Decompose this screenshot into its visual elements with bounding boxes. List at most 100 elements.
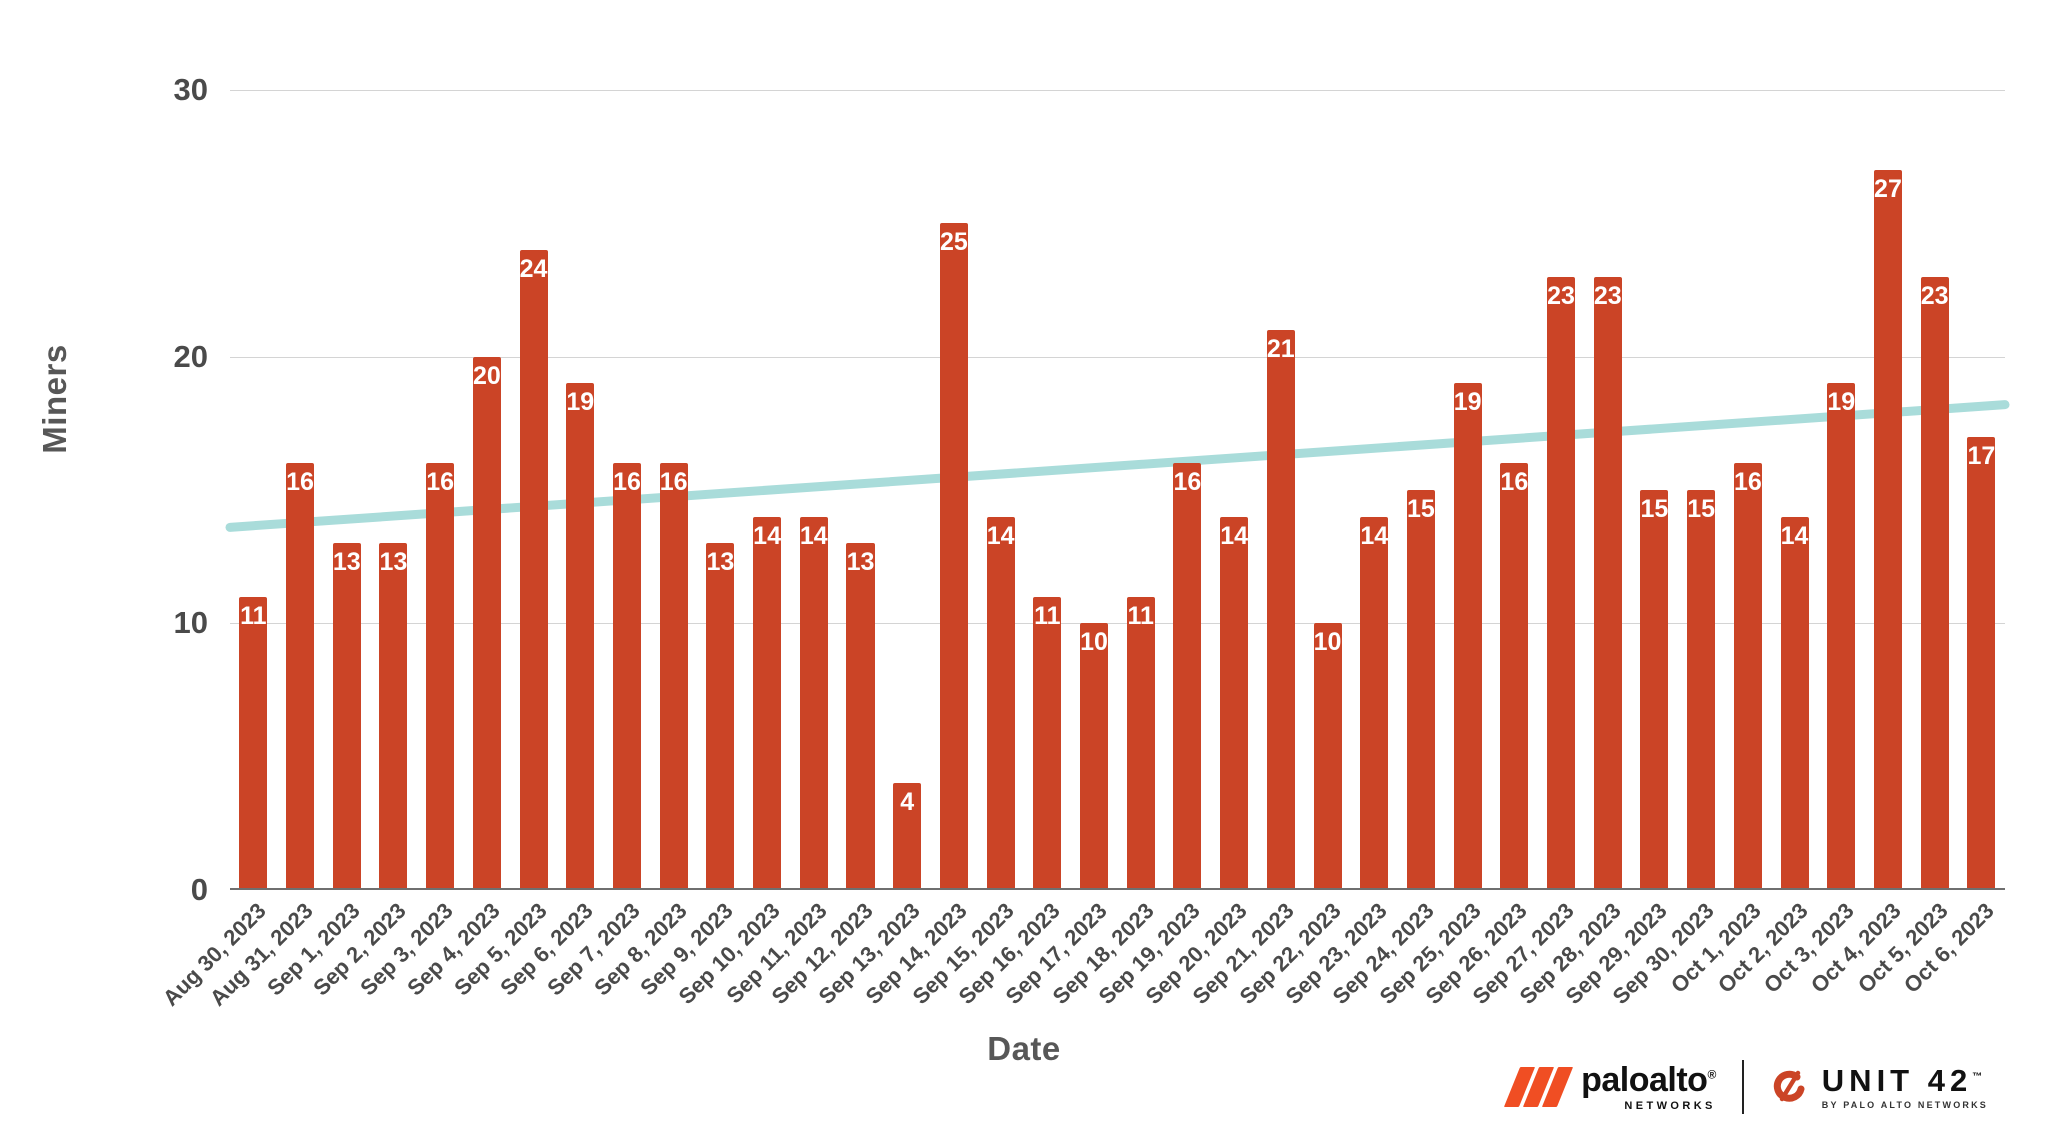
bar[interactable]: 14 (986, 516, 1015, 890)
bar-value-label: 19 (1827, 388, 1856, 417)
x-axis-line (230, 888, 2005, 890)
unit42-wordmark: UNIT 42™ BY PALO ALTO NETWORKS (1822, 1065, 1988, 1110)
bar-slot: 19 (1818, 90, 1865, 890)
paloalto-tagline: NETWORKS (1624, 1099, 1716, 1112)
bar-slot: 10 (1071, 90, 1118, 890)
paloalto-wordmark: paloalto® NETWORKS (1581, 1063, 1716, 1112)
bar[interactable]: 24 (519, 250, 548, 890)
bar-value-label: 13 (332, 548, 361, 577)
bar[interactable]: 10 (1080, 623, 1109, 890)
bar[interactable]: 20 (472, 356, 501, 890)
bar-value-label: 11 (240, 601, 267, 630)
bar[interactable]: 11 (239, 596, 268, 890)
bar-slot: 16 (1725, 90, 1772, 890)
paloalto-name: paloalto® (1581, 1060, 1716, 1099)
bar-slot: 23 (1911, 90, 1958, 890)
gridline (230, 890, 2005, 891)
bar[interactable]: 13 (846, 543, 875, 890)
unit42-name: UNIT 42™ (1821, 1062, 1983, 1098)
y-axis-tick-label: 20 (173, 338, 208, 374)
bar-value-label: 14 (753, 521, 781, 550)
bar-slot: 16 (1491, 90, 1538, 890)
bar-value-label: 11 (1127, 601, 1154, 630)
bar-value-label: 14 (1220, 521, 1249, 550)
bar-slot: 13 (837, 90, 884, 890)
bar[interactable]: 4 (893, 783, 922, 890)
bar-slot: 14 (790, 90, 837, 890)
bar-value-label: 27 (1874, 175, 1902, 203)
x-tick-slot: Oct 6, 2023 (1899, 892, 2005, 1052)
y-axis-title: Miners (36, 344, 73, 454)
bar-slot: 14 (1211, 90, 1258, 890)
bar-slot: 14 (977, 90, 1024, 890)
bar-value-label: 19 (1453, 388, 1482, 417)
bar[interactable]: 16 (1733, 463, 1762, 890)
bar[interactable]: 14 (1220, 516, 1249, 890)
bar[interactable]: 13 (706, 543, 735, 890)
bar-value-label: 23 (1593, 281, 1622, 310)
bar[interactable]: 23 (1547, 276, 1576, 890)
bar-value-label: 16 (1173, 468, 1202, 497)
bar-slot: 11 (230, 90, 277, 890)
bar-value-label: 16 (613, 468, 641, 497)
bar-slot: 20 (464, 90, 511, 890)
bar-slot: 11 (1117, 90, 1164, 890)
x-axis-tick-labels: Aug 30, 2023 Aug 31, 2023 Sep 1, 2023 Sep 2… (158, 892, 2005, 1052)
bar[interactable]: 14 (1780, 516, 1809, 890)
bar[interactable]: 16 (1173, 463, 1202, 890)
bar-value-label: 14 (986, 521, 1015, 550)
unit42-logo: UNIT 42™ BY PALO ALTO NETWORKS (1770, 1065, 1988, 1110)
bar[interactable]: 10 (1313, 623, 1342, 890)
bar[interactable]: 14 (753, 516, 782, 890)
bar[interactable]: 19 (1827, 383, 1856, 890)
bar[interactable]: 21 (1266, 330, 1295, 890)
bar[interactable]: 16 (1500, 463, 1529, 890)
unit42-tagline: BY PALO ALTO NETWORKS (1821, 1099, 1988, 1110)
bar-slot: 11 (1024, 90, 1071, 890)
bar-value-label: 16 (1500, 468, 1529, 497)
bar-value-label: 13 (846, 548, 875, 577)
bar-value-label: 10 (1313, 628, 1342, 657)
bar-value-label: 19 (566, 388, 595, 417)
bar[interactable]: 13 (379, 543, 408, 890)
bar[interactable]: 23 (1920, 276, 1949, 890)
bar[interactable]: 19 (1453, 383, 1482, 890)
bar-slot: 21 (1257, 90, 1304, 890)
bar[interactable]: 25 (939, 223, 968, 890)
bar-slot: 19 (1444, 90, 1491, 890)
registered-icon: ® (1707, 1067, 1716, 1082)
bar-slot: 16 (604, 90, 651, 890)
bar-slot: 15 (1678, 90, 1725, 890)
bar-slot: 15 (1631, 90, 1678, 890)
bar[interactable]: 17 (1967, 436, 1996, 890)
bar-value-label: 10 (1080, 628, 1108, 657)
bar[interactable]: 11 (1033, 596, 1062, 890)
bar[interactable]: 16 (659, 463, 688, 890)
bar-slot: 16 (650, 90, 697, 890)
bar-value-label: 13 (706, 548, 735, 577)
bar-value-label: 11 (1034, 601, 1061, 630)
bar[interactable]: 16 (286, 463, 315, 890)
y-axis-tick-label: 0 (190, 872, 208, 907)
bar-slot: 15 (1398, 90, 1445, 890)
bar-value-label: 23 (1547, 281, 1575, 310)
y-axis-tick-label: 30 (173, 72, 208, 107)
bar[interactable]: 15 (1640, 490, 1669, 890)
bar[interactable]: 11 (1126, 596, 1155, 890)
bar[interactable]: 16 (426, 463, 455, 890)
bar[interactable]: 16 (612, 463, 641, 890)
bar-value-label: 25 (939, 228, 968, 257)
bar[interactable]: 19 (566, 383, 595, 890)
bar-slot: 4 (884, 90, 931, 890)
paloalto-networks-logo: paloalto® NETWORKS (1504, 1063, 1716, 1112)
bar-slot: 19 (557, 90, 604, 890)
bar[interactable]: 15 (1406, 490, 1435, 890)
bar-value-label: 16 (1733, 468, 1762, 497)
bar[interactable]: 27 (1873, 170, 1902, 890)
bar-value-label: 15 (1687, 495, 1716, 523)
bar[interactable]: 13 (332, 543, 361, 890)
bar[interactable]: 15 (1687, 490, 1716, 890)
bar[interactable]: 23 (1593, 276, 1622, 890)
bar[interactable]: 14 (1360, 516, 1389, 890)
bar[interactable]: 14 (799, 516, 828, 890)
